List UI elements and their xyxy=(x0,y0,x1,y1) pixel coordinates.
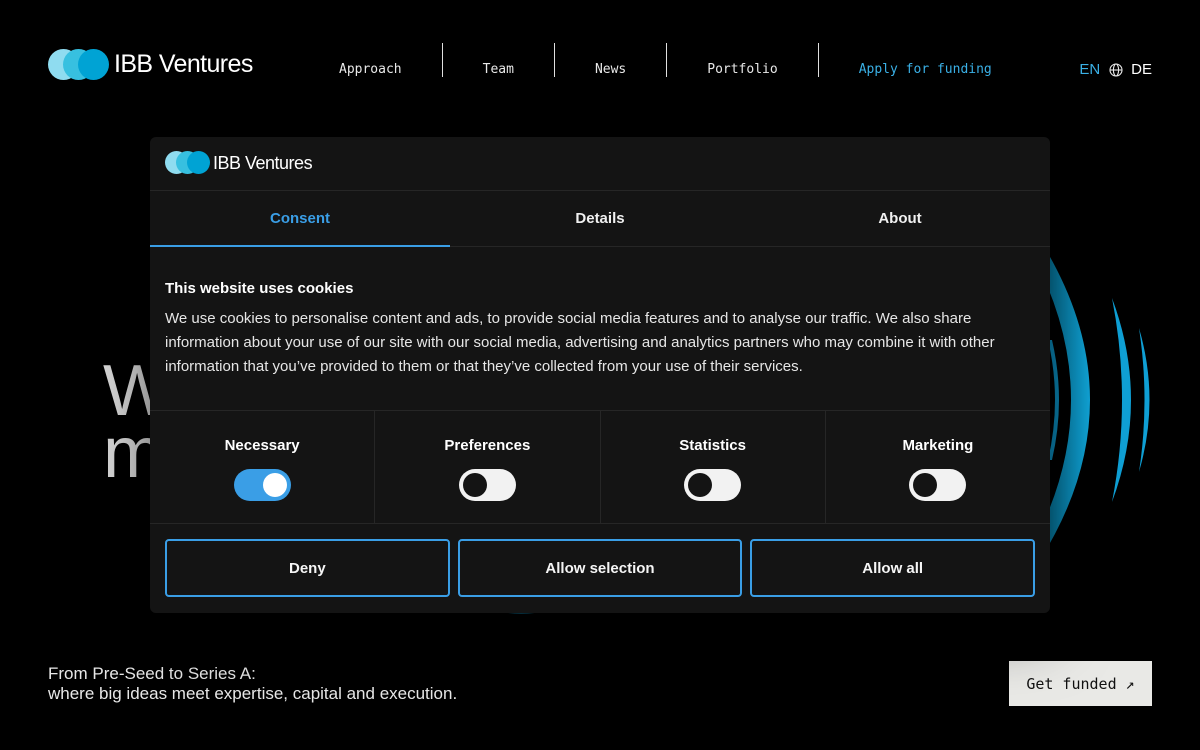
dialog-actions: Deny Allow selection Allow all xyxy=(150,524,1050,612)
tagline-line2: where big ideas meet expertise, capital … xyxy=(48,684,458,703)
hero-tagline: From Pre-Seed to Series A: where big ide… xyxy=(48,664,457,704)
globe-icon xyxy=(1109,62,1123,77)
tab-consent[interactable]: Consent xyxy=(150,191,450,247)
get-funded-button[interactable]: Get funded ↗ xyxy=(1009,661,1152,706)
tab-about[interactable]: About xyxy=(750,191,1050,246)
nav-divider xyxy=(553,43,555,77)
dialog-description: We use cookies to personalise content an… xyxy=(165,310,995,375)
nav-item-approach[interactable]: Approach xyxy=(339,43,402,77)
cookie-consent-dialog: IBB Ventures Consent Details About This … xyxy=(150,137,1050,613)
main-nav: Approach Team News Portfolio Apply for f… xyxy=(300,43,992,77)
consent-categories: Necessary Preferences Statistics Marketi… xyxy=(150,411,1050,524)
category-label: Preferences xyxy=(444,437,531,454)
lang-en-link[interactable]: EN xyxy=(1079,61,1100,78)
category-statistics: Statistics xyxy=(601,411,826,523)
nav-item-team[interactable]: Team xyxy=(483,43,514,77)
dialog-brand-logo: IBB Ventures xyxy=(165,151,313,175)
marketing-toggle[interactable] xyxy=(909,469,967,501)
category-label: Marketing xyxy=(902,437,974,454)
statistics-toggle[interactable] xyxy=(684,469,742,501)
category-necessary: Necessary xyxy=(150,411,376,523)
brand-logo[interactable]: IBB Ventures xyxy=(48,47,253,81)
nav-divider xyxy=(441,43,443,77)
nav-divider xyxy=(666,43,668,77)
deny-button[interactable]: Deny xyxy=(165,539,450,597)
logo-circles-icon xyxy=(165,151,210,175)
category-label: Necessary xyxy=(224,437,300,454)
category-label: Statistics xyxy=(679,437,746,454)
preferences-toggle[interactable] xyxy=(458,469,516,501)
logo-circles-icon xyxy=(48,47,110,81)
nav-divider xyxy=(817,43,819,77)
category-marketing: Marketing xyxy=(826,411,1050,523)
allow-selection-button[interactable]: Allow selection xyxy=(457,539,743,597)
necessary-toggle[interactable] xyxy=(233,469,291,501)
dialog-tabs: Consent Details About xyxy=(150,191,1050,247)
dialog-body: This website uses cookies We use cookies… xyxy=(150,247,1050,411)
lang-de-link[interactable]: DE xyxy=(1131,61,1152,78)
dialog-brand-name: IBB Ventures xyxy=(213,152,313,173)
brand-name: IBB Ventures xyxy=(114,49,253,78)
tab-details[interactable]: Details xyxy=(450,191,750,246)
category-preferences: Preferences xyxy=(375,411,601,523)
site-header: IBB Ventures Approach Team News Portfoli… xyxy=(0,0,1200,130)
dialog-title: This website uses cookies xyxy=(165,280,354,297)
dialog-header: IBB Ventures xyxy=(150,137,1050,191)
language-switcher: EN DE xyxy=(1079,61,1152,78)
nav-item-news[interactable]: News xyxy=(595,43,626,77)
allow-all-button[interactable]: Allow all xyxy=(750,539,1036,597)
tagline-line1: From Pre-Seed to Series A: xyxy=(48,664,256,683)
nav-item-portfolio[interactable]: Portfolio xyxy=(707,43,777,77)
nav-item-apply-for-funding[interactable]: Apply for funding xyxy=(859,43,992,77)
